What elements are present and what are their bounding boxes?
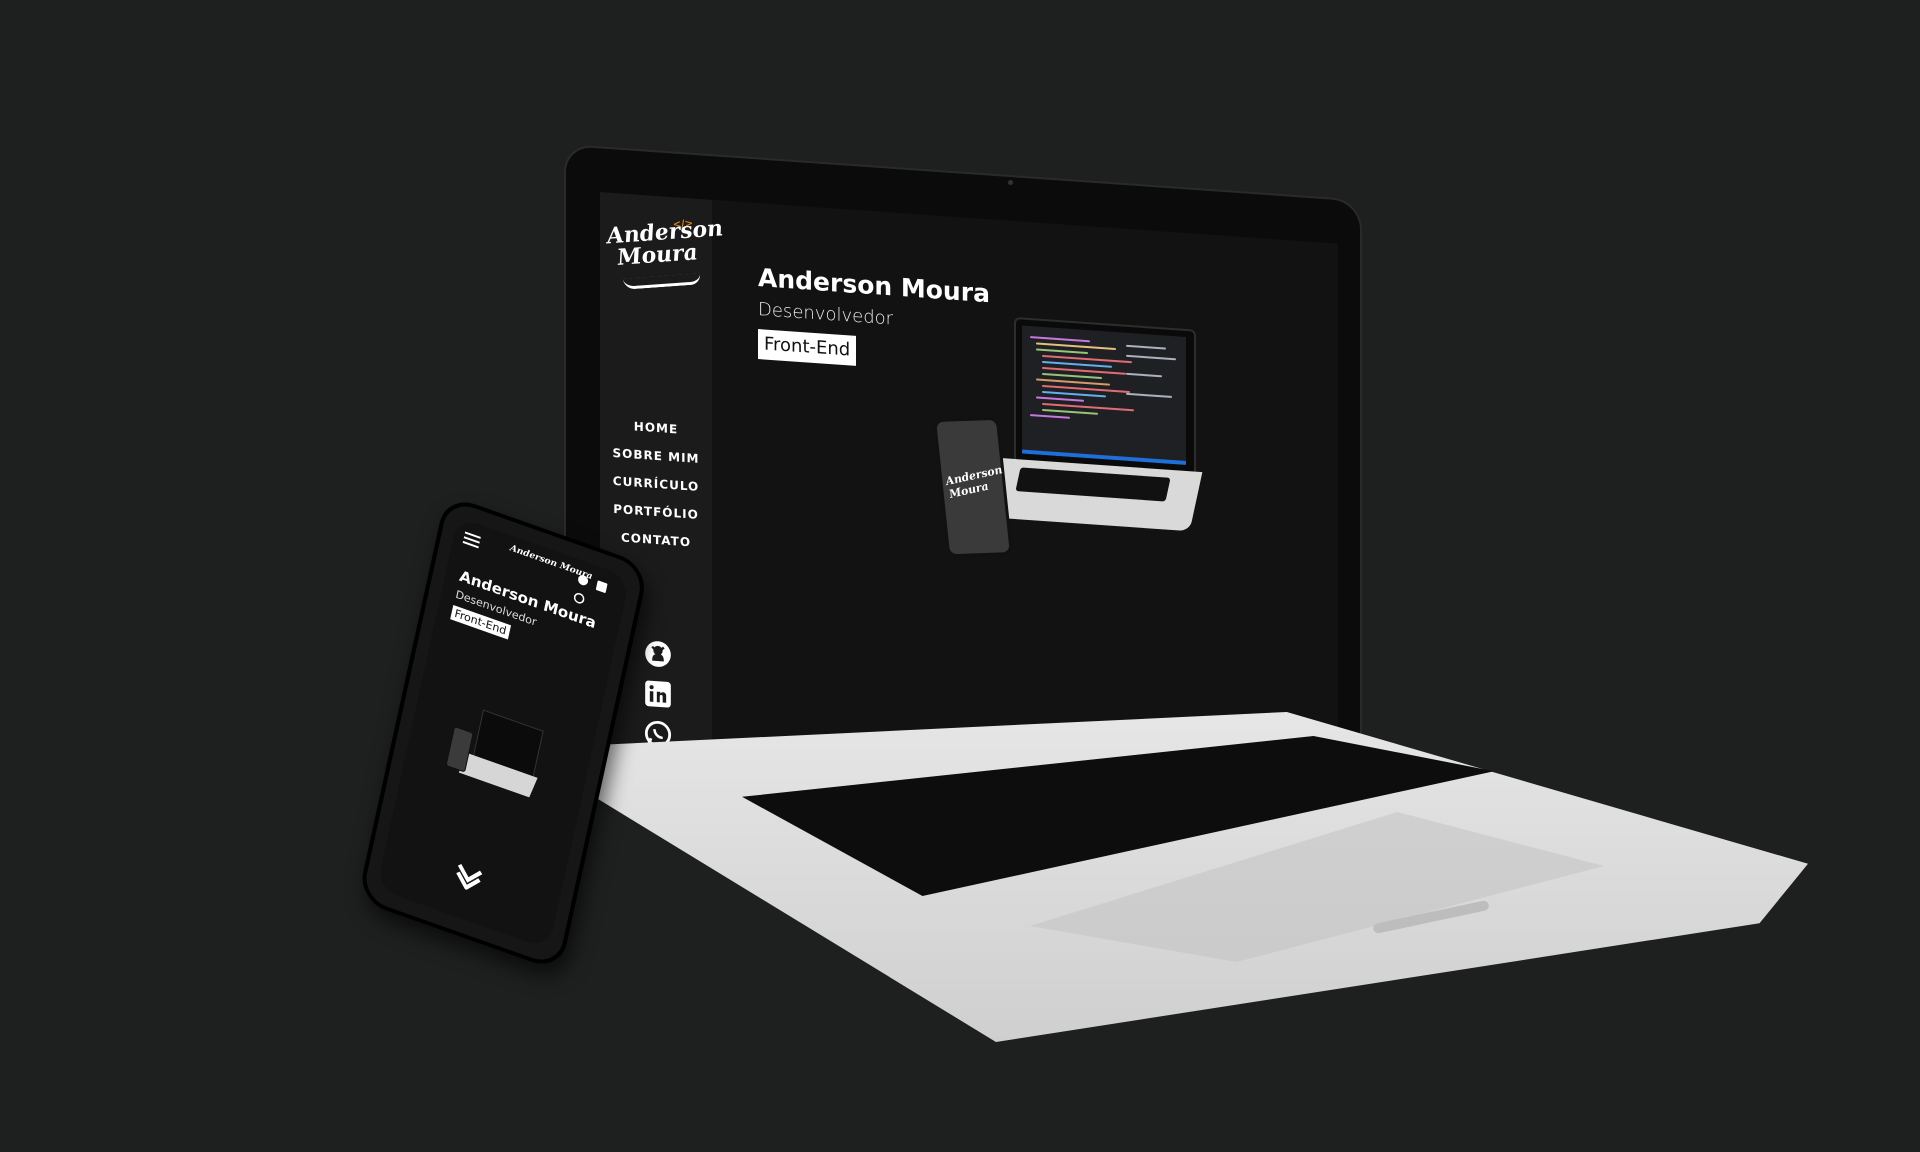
illustration-laptop-lid bbox=[1014, 316, 1196, 476]
device-mockup-scene: </> Anderson Moura HOME SOBRE MIM CURRÍC… bbox=[0, 0, 1920, 1152]
whatsapp-icon[interactable] bbox=[572, 590, 586, 606]
linkedin-icon[interactable] bbox=[595, 579, 609, 595]
illustration-phone-logo: Anderson Moura bbox=[944, 463, 1004, 501]
hamburger-menu-icon[interactable] bbox=[462, 531, 481, 549]
logo-tag: </> bbox=[672, 218, 694, 231]
phone-hero-illustration bbox=[441, 701, 548, 817]
phone-body: Anderson Moura Anderson Moura Desenvolve… bbox=[357, 494, 650, 972]
logo-line-2: Moura bbox=[615, 239, 700, 271]
hero-badge: Front-End bbox=[758, 329, 857, 366]
illustration-code-editor bbox=[1022, 325, 1186, 465]
hero-illustration-laptop bbox=[989, 316, 1203, 532]
logo-swoosh bbox=[622, 273, 702, 290]
github-icon[interactable] bbox=[576, 572, 590, 588]
logo[interactable]: </> Anderson Moura bbox=[605, 215, 725, 300]
nav-menu: HOME SOBRE MIM CURRÍCULO PORTFÓLIO CONTA… bbox=[600, 410, 712, 558]
phone-social-links bbox=[573, 569, 620, 604]
phone-screen: Anderson Moura Anderson Moura Desenvolve… bbox=[376, 516, 631, 950]
linkedin-icon[interactable] bbox=[644, 679, 672, 709]
github-icon[interactable] bbox=[644, 639, 672, 669]
laptop-camera bbox=[1008, 180, 1013, 185]
scroll-down-chevron-icon[interactable] bbox=[451, 858, 486, 895]
phone-mockup: Anderson Moura Anderson Moura Desenvolve… bbox=[357, 494, 652, 972]
hero-role: Desenvolvedor bbox=[758, 299, 894, 330]
